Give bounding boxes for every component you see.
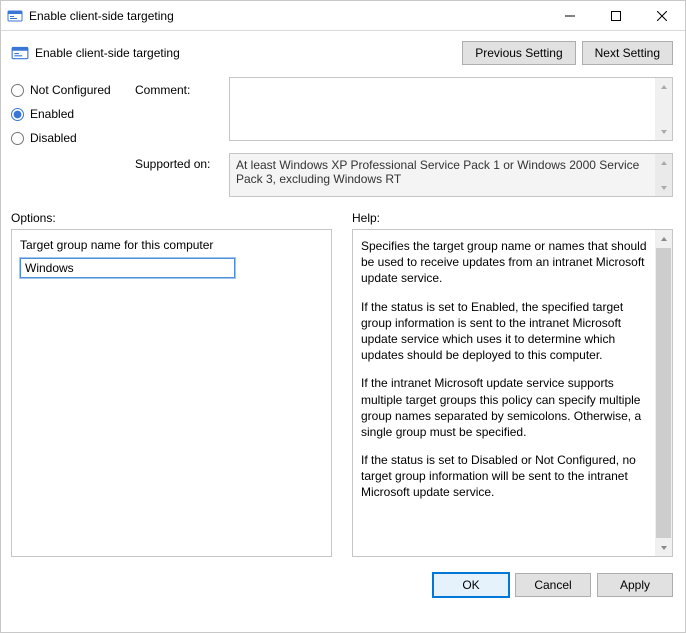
- configuration-grid: Not Configured Enabled Disabled Comment:…: [1, 71, 685, 203]
- radio-enabled-input[interactable]: [11, 108, 24, 121]
- radio-enabled-label: Enabled: [30, 107, 74, 121]
- scroll-up-icon[interactable]: [655, 230, 672, 247]
- maximize-button[interactable]: [593, 1, 639, 30]
- apply-button[interactable]: Apply: [597, 573, 673, 597]
- comment-textbox[interactable]: [229, 77, 673, 141]
- radio-disabled[interactable]: Disabled: [11, 131, 131, 145]
- comment-scrollbar[interactable]: [655, 78, 672, 140]
- scroll-down-icon[interactable]: [655, 539, 672, 556]
- close-button[interactable]: [639, 1, 685, 30]
- scroll-down-icon[interactable]: [655, 123, 672, 140]
- target-group-input[interactable]: [20, 258, 235, 278]
- policy-title: Enable client-side targeting: [35, 46, 180, 60]
- help-paragraph: If the intranet Microsoft update service…: [361, 375, 650, 440]
- radio-not-configured-input[interactable]: [11, 84, 24, 97]
- policy-icon: [11, 44, 29, 62]
- scroll-down-icon[interactable]: [655, 179, 672, 196]
- target-group-label: Target group name for this computer: [20, 238, 323, 252]
- minimize-button[interactable]: [547, 1, 593, 30]
- title-bar: Enable client-side targeting: [1, 1, 685, 31]
- previous-setting-button[interactable]: Previous Setting: [462, 41, 575, 65]
- help-paragraph: Specifies the target group name or names…: [361, 238, 650, 287]
- help-paragraph: If the status is set to Disabled or Not …: [361, 452, 650, 501]
- radio-enabled[interactable]: Enabled: [11, 107, 131, 121]
- radio-not-configured-label: Not Configured: [30, 83, 111, 97]
- supported-on-text: At least Windows XP Professional Service…: [236, 158, 666, 186]
- scroll-up-icon[interactable]: [655, 154, 672, 171]
- radio-disabled-input[interactable]: [11, 132, 24, 145]
- supported-on-label: Supported on:: [135, 153, 225, 197]
- supported-on-box: At least Windows XP Professional Service…: [229, 153, 673, 197]
- header: Enable client-side targeting Previous Se…: [1, 31, 685, 71]
- cancel-button[interactable]: Cancel: [515, 573, 591, 597]
- help-panel: Specifies the target group name or names…: [352, 229, 673, 557]
- radio-disabled-label: Disabled: [30, 131, 77, 145]
- help-label: Help:: [352, 211, 673, 225]
- dialog-buttons: OK Cancel Apply: [1, 565, 685, 607]
- help-paragraph: If the status is set to Enabled, the spe…: [361, 299, 650, 364]
- options-label: Options:: [11, 211, 332, 225]
- scroll-up-icon[interactable]: [655, 78, 672, 95]
- comment-label: Comment:: [135, 77, 225, 145]
- ok-button[interactable]: OK: [433, 573, 509, 597]
- next-setting-button[interactable]: Next Setting: [582, 41, 673, 65]
- supported-scrollbar[interactable]: [655, 154, 672, 196]
- app-icon: [7, 8, 23, 24]
- radio-not-configured[interactable]: Not Configured: [11, 83, 131, 97]
- window-title: Enable client-side targeting: [29, 9, 174, 23]
- scroll-thumb[interactable]: [656, 248, 671, 538]
- options-panel: Target group name for this computer: [11, 229, 332, 557]
- help-scrollbar[interactable]: [655, 230, 672, 556]
